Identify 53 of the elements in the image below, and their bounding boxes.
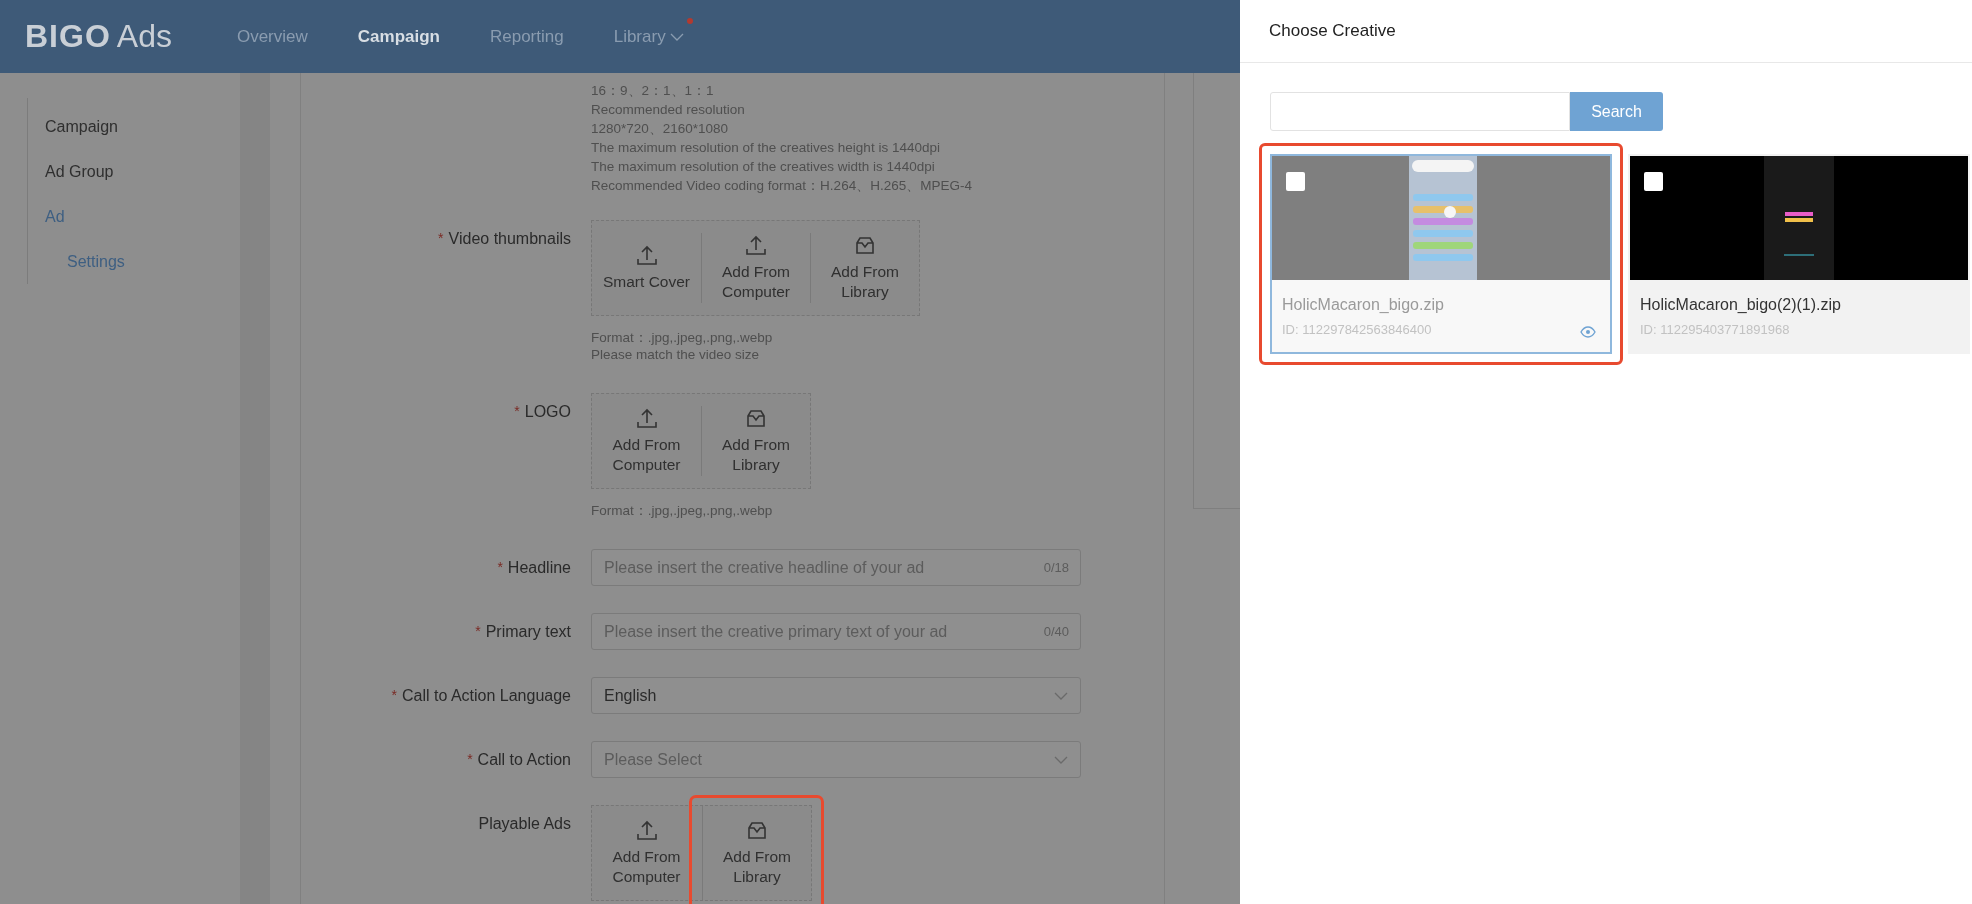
- panel-title: Choose Creative: [1269, 21, 1396, 41]
- required-mark: *: [514, 403, 520, 419]
- creative-name: HolicMacaron_bigo.zip: [1282, 296, 1444, 314]
- sidebar-item[interactable]: Settings: [28, 239, 125, 284]
- search-button[interactable]: Search: [1570, 92, 1663, 131]
- checkbox[interactable]: [1644, 172, 1663, 191]
- add-from-library-button[interactable]: Add From Library: [810, 233, 919, 303]
- nav-tab[interactable]: Library: [588, 0, 709, 73]
- spec-text: Recommended Video coding format：H.264、H.265、MPEG-4: [591, 177, 973, 195]
- field-label: LOGO: [524, 403, 571, 421]
- sidebar-item[interactable]: Ad: [28, 194, 65, 239]
- upload-icon: [634, 407, 659, 431]
- spec-text: The maximum resolution of the creatives width is 1440dpi: [591, 158, 936, 176]
- field-label: Playable Ads: [478, 815, 571, 833]
- search-field[interactable]: [1270, 92, 1570, 131]
- upload-button[interactable]: Add From Computer: [592, 406, 701, 476]
- hint-text: Please match the video size: [591, 346, 761, 363]
- required-mark: *: [467, 751, 473, 767]
- field-label: Primary text: [485, 623, 571, 641]
- upload-icon: [634, 244, 659, 268]
- upload-icon: [634, 819, 659, 843]
- spec-text: The maximum resolution of the creatives height is 1440dpi: [591, 139, 941, 157]
- upload-button[interactable]: Add From Computer: [592, 818, 701, 888]
- required-mark: *: [475, 623, 481, 639]
- nav-tab[interactable]: Campaign: [332, 0, 465, 73]
- nav-tab[interactable]: Reporting: [464, 0, 589, 73]
- add-from-library-button[interactable]: Add From Library: [702, 806, 811, 900]
- chevron-down-icon: [1054, 755, 1068, 764]
- select-field[interactable]: English: [591, 677, 1081, 714]
- spec-text: Recommended resolution: [591, 101, 746, 119]
- hint-text: Format：.jpg,.jpeg,.png,.webp: [591, 329, 774, 346]
- spec-text: 1280*720、2160*1080: [591, 120, 730, 138]
- field-label: Headline: [507, 559, 571, 577]
- sidebar-item[interactable]: Ad Group: [28, 149, 114, 194]
- hint-text: Format：.jpg,.jpeg,.png,.webp: [591, 502, 774, 519]
- nav-tab[interactable]: Overview: [211, 0, 333, 73]
- required-mark: *: [497, 559, 503, 575]
- required-mark: *: [438, 230, 444, 246]
- chevron-down-icon: [1054, 691, 1068, 700]
- upload-icon: [744, 234, 768, 258]
- eye-icon[interactable]: [1580, 326, 1596, 338]
- required-mark: *: [391, 687, 397, 703]
- creative-name: HolicMacaron_bigo(2)(1).zip: [1640, 296, 1841, 314]
- add-from-library-button[interactable]: Add From Library: [701, 406, 810, 476]
- field-label: Video thumbnails: [448, 230, 571, 248]
- field-label: Call to Action: [477, 751, 571, 769]
- logo: BIGO Ads: [25, 18, 172, 55]
- sidebar-item[interactable]: Campaign: [28, 104, 118, 149]
- field-label: Call to Action Language: [402, 687, 571, 705]
- checkbox[interactable]: [1286, 172, 1305, 191]
- upload-button[interactable]: Add From Computer: [701, 233, 810, 303]
- spec-text: 16：9、2：1、1：1: [591, 82, 715, 100]
- upload-button[interactable]: Smart Cover: [592, 233, 701, 303]
